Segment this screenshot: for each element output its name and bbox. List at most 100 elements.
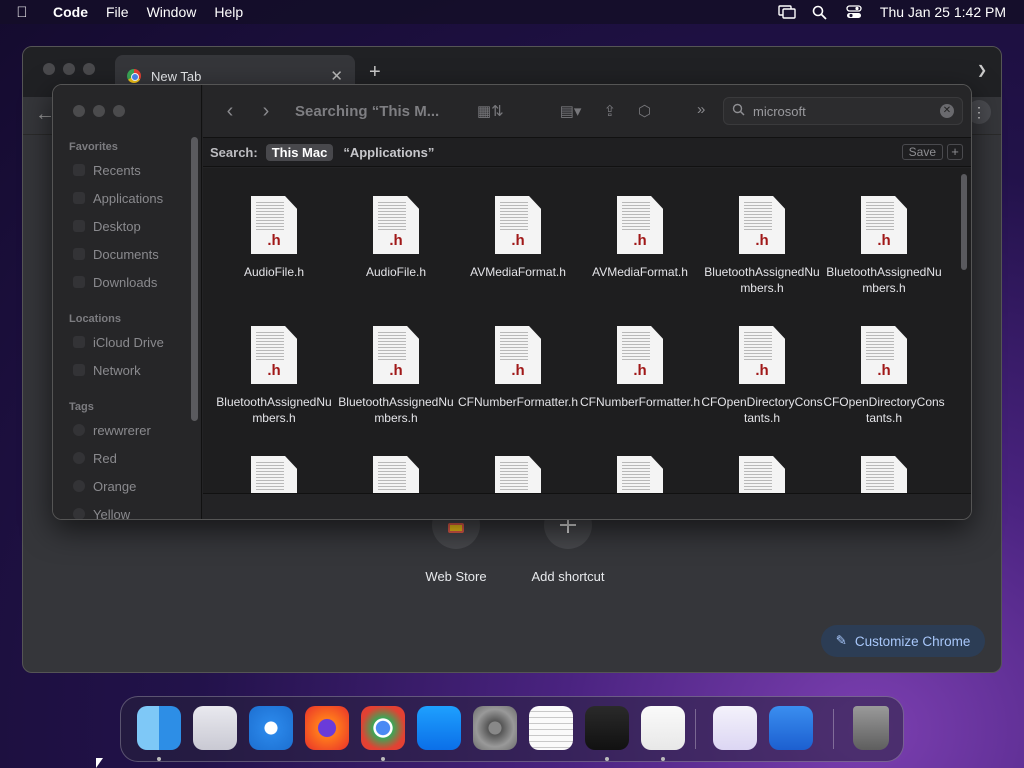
sidebar-tag-red[interactable]: Red	[73, 447, 117, 469]
sidebar-item-icloud-drive[interactable]: iCloud Drive	[73, 331, 164, 353]
file-item[interactable]: .h BluetoothAssignedNumbers.h	[823, 196, 945, 296]
spotlight-search-icon[interactable]	[812, 5, 828, 20]
file-item[interactable]: .h CFOpenDirectoryConstants.h	[701, 326, 823, 426]
file-item[interactable]: .h AudioFile.h	[213, 196, 335, 280]
file-extension-label: .h	[389, 232, 403, 249]
vscode-icon[interactable]	[641, 706, 685, 750]
finder-icon[interactable]	[137, 706, 181, 750]
sidebar-item-network[interactable]: Network	[73, 359, 141, 381]
sidebar-item-recents[interactable]: Recents	[73, 159, 141, 181]
finder-minimize-button[interactable]	[93, 105, 105, 117]
file-item[interactable]: .h	[701, 456, 823, 493]
control-center-icon[interactable]	[846, 5, 862, 19]
sidebar-item-desktop[interactable]: Desktop	[73, 215, 141, 237]
search-input-value[interactable]: microsoft	[753, 104, 806, 119]
sidebar-item-applications[interactable]: Applications	[73, 187, 163, 209]
file-item[interactable]: .h AVMediaFormat.h	[579, 196, 701, 280]
sidebar-scrollbar[interactable]	[191, 137, 198, 421]
file-item[interactable]: .h	[213, 456, 335, 493]
header-file-icon: .h	[495, 326, 541, 384]
shortcut-label: Add shortcut	[531, 569, 605, 584]
file-item[interactable]: .h AVMediaFormat.h	[457, 196, 579, 280]
menu-file[interactable]: File	[97, 4, 138, 20]
menu-app-name[interactable]: Code	[44, 4, 97, 20]
sidebar-tag-orange[interactable]: Orange	[73, 475, 136, 497]
search-results-grid: .h AudioFile.h .h AudioFile.h .h AVMediaForma…	[203, 168, 971, 493]
sidebar-tag-yellow[interactable]: Yellow	[73, 503, 130, 519]
app-store-icon[interactable]	[417, 706, 461, 750]
sidebar-item-documents[interactable]: Documents	[73, 243, 159, 265]
file-item[interactable]: .h CFNumberFormatter.h	[457, 326, 579, 410]
screen-mirroring-icon[interactable]	[778, 5, 796, 19]
globe-icon	[73, 364, 85, 376]
menu-window[interactable]: Window	[138, 4, 206, 20]
file-item[interactable]: .h BluetoothAssignedNumbers.h	[213, 326, 335, 426]
sidebar-section-tags: Tags	[69, 401, 94, 413]
scope-applications-button[interactable]: “Applications”	[343, 145, 434, 160]
launchpad-icon[interactable]	[193, 706, 237, 750]
terminal-icon[interactable]	[585, 706, 629, 750]
forward-chevron-icon[interactable]: ›	[251, 100, 281, 123]
add-criteria-button[interactable]: +	[947, 144, 963, 160]
textedit-icon[interactable]	[529, 706, 573, 750]
save-search-button[interactable]: Save	[901, 144, 943, 160]
file-item[interactable]: .h CFOpenDirectoryConstants.h	[823, 326, 945, 426]
trash-icon[interactable]	[853, 706, 889, 750]
menu-clock[interactable]: Thu Jan 25 1:42 PM	[880, 4, 1006, 20]
weather-icon[interactable]	[769, 706, 813, 750]
minimize-window-button[interactable]	[63, 63, 75, 75]
tab-close-icon[interactable]: ✕	[330, 67, 343, 85]
system-settings-icon[interactable]	[473, 706, 517, 750]
new-tab-plus-icon[interactable]: +	[369, 61, 381, 84]
safari-icon[interactable]	[249, 706, 293, 750]
tag-icon[interactable]: ⬡	[638, 102, 651, 120]
group-by-icon[interactable]: ▤▾	[560, 102, 582, 120]
file-name: AudioFile.h	[243, 265, 305, 279]
results-scrollbar[interactable]	[961, 174, 967, 270]
header-file-icon: .h	[373, 456, 419, 493]
file-extension-label: .h	[755, 232, 769, 249]
menu-help[interactable]: Help	[205, 4, 252, 20]
file-name: CFNumberFormatter.h	[579, 395, 701, 409]
clear-search-icon[interactable]: ✕	[940, 104, 954, 118]
file-item[interactable]: .h	[823, 456, 945, 493]
finder-close-button[interactable]	[73, 105, 85, 117]
file-item[interactable]: .h	[335, 456, 457, 493]
header-file-icon: .h	[373, 196, 419, 254]
document-icon	[73, 248, 85, 260]
view-grid-icon[interactable]: ▦⇅	[477, 102, 504, 120]
customize-chrome-button[interactable]: ✎ Customize Chrome	[821, 625, 985, 657]
file-item[interactable]: .h AudioFile.h	[335, 196, 457, 280]
header-file-icon: .h	[617, 196, 663, 254]
running-indicator-dot	[157, 757, 161, 761]
firefox-icon[interactable]	[305, 706, 349, 750]
file-extension-label: .h	[877, 362, 891, 379]
back-chevron-icon[interactable]: ‹	[215, 100, 245, 123]
finder-zoom-button[interactable]	[113, 105, 125, 117]
sidebar-tag-rewwrerer[interactable]: rewwrerer	[73, 419, 151, 441]
toolbar-overflow-icon[interactable]: »	[697, 101, 705, 118]
chrome-logo-icon	[127, 69, 141, 83]
visual-studio-icon[interactable]	[713, 706, 757, 750]
finder-search-field[interactable]: microsoft ✕	[723, 97, 963, 125]
apple-menu-icon[interactable]: 	[0, 4, 44, 21]
tag-dot-icon	[73, 480, 85, 492]
file-item[interactable]: .h BluetoothAssignedNumbers.h	[701, 196, 823, 296]
sidebar-item-downloads[interactable]: Downloads	[73, 271, 157, 293]
finder-window-title: Searching “This M...	[295, 102, 440, 120]
running-indicator-dot	[661, 757, 665, 761]
close-window-button[interactable]	[43, 63, 55, 75]
share-icon[interactable]: ⇪	[603, 102, 616, 120]
tag-dot-icon	[73, 424, 85, 436]
file-item[interactable]: .h CFNumberFormatter.h	[579, 326, 701, 410]
scope-this-mac-button[interactable]: This Mac	[265, 143, 334, 161]
tab-search-chevron-icon[interactable]: ❯	[977, 63, 987, 77]
file-item[interactable]: .h	[579, 456, 701, 493]
zoom-window-button[interactable]	[83, 63, 95, 75]
file-name: BluetoothAssignedNumbers.h	[338, 395, 454, 425]
clock-icon	[73, 164, 85, 176]
chrome-icon[interactable]	[361, 706, 405, 750]
sidebar-section-locations: Locations	[69, 313, 121, 325]
file-item[interactable]: .h	[457, 456, 579, 493]
file-item[interactable]: .h BluetoothAssignedNumbers.h	[335, 326, 457, 426]
